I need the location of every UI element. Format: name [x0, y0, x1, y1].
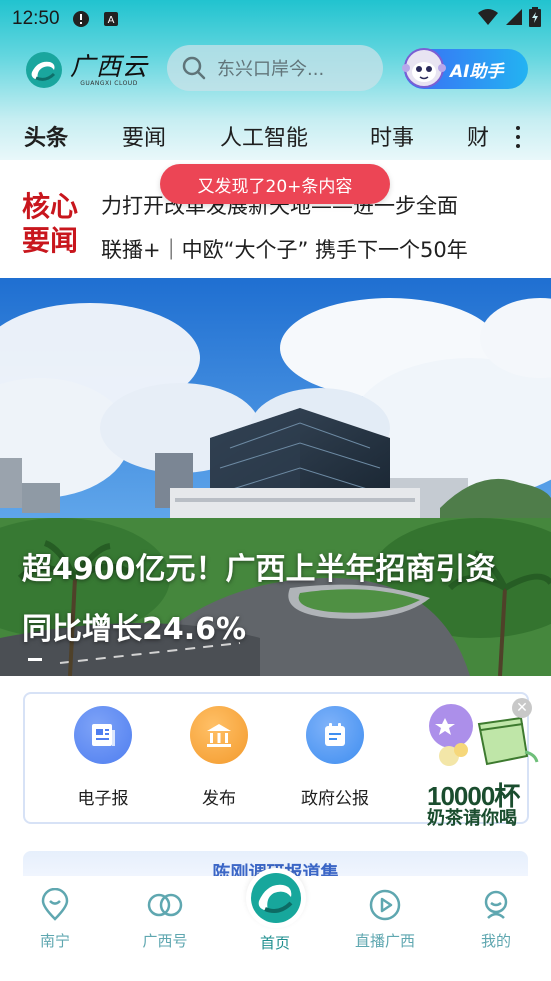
signal-icon [505, 8, 523, 30]
service-e-newspaper[interactable]: 电子报 [63, 706, 143, 809]
tab-ai[interactable]: 人工智能 [220, 120, 308, 152]
nav-guangxi-hao[interactable]: 广西号 [125, 888, 205, 951]
bottom-navigation: 南宁 广西号 首页 直播广西 我的 [0, 868, 551, 981]
ai-assistant-label: AI助手 [450, 61, 504, 82]
location-pin-icon [41, 888, 69, 921]
nav-label-profile: 我的 [480, 932, 511, 950]
status-bar: 12:50 A [0, 0, 551, 38]
logo-english: GUANGXI CLOUD [80, 79, 138, 87]
play-circle-icon [369, 889, 401, 921]
svg-text:A: A [107, 15, 114, 26]
alert-icon [72, 10, 90, 28]
core-news-label-line2: 要闻 [22, 224, 79, 257]
newspaper-icon [74, 706, 132, 764]
nav-label-home: 首页 [259, 934, 290, 952]
document-icon [306, 706, 364, 764]
service-grid: 电子报 发布 政府公报 10000杯 奶茶请你喝 [23, 692, 539, 829]
search-icon [182, 56, 206, 80]
app-logo[interactable]: 广西云 GUANGXI CLOUD [24, 48, 154, 92]
search-bar[interactable]: 东兴口岸今... [167, 45, 383, 91]
battery-icon [529, 7, 541, 31]
hero-carousel[interactable]: 超4900亿元！广西上半年招商引资同比增长24.6% [0, 278, 551, 676]
nav-nanning[interactable]: 南宁 [15, 888, 95, 951]
service-label-press-release: 发布 [202, 789, 236, 809]
a-badge-icon: A [102, 10, 120, 28]
ai-assistant-button[interactable]: AI助手 [402, 48, 528, 89]
carousel-indicator [28, 658, 42, 661]
tab-current-affairs[interactable]: 时事 [370, 120, 414, 152]
tab-finance[interactable]: 财 [467, 120, 489, 152]
status-time: 12:50 [12, 8, 60, 29]
category-tabs: 头条 要闻 人工智能 时事 财 [0, 112, 551, 160]
core-news-label-line1: 核心 [22, 190, 79, 223]
tab-headlines[interactable]: 头条 [24, 120, 68, 152]
nav-label-live-guangxi: 直播广西 [354, 932, 415, 950]
service-government-bulletin[interactable]: 政府公报 [295, 706, 375, 809]
monkey-mascot-icon [402, 48, 446, 88]
tab-important-news[interactable]: 要闻 [122, 120, 166, 152]
core-news-label: 核心 要闻 [22, 190, 88, 258]
nav-label-guangxi-hao: 广西号 [142, 932, 188, 950]
core-news-headline-2[interactable]: 联播+｜中欧“大个子” 携手下一个50年 [101, 234, 468, 264]
nav-profile[interactable]: 我的 [456, 888, 536, 951]
close-promo-icon[interactable]: ✕ [512, 698, 532, 718]
service-label-government-bulletin: 政府公报 [301, 789, 369, 809]
nav-live-guangxi[interactable]: 直播广西 [345, 888, 425, 951]
new-content-toast[interactable]: 又发现了20+条内容 [160, 164, 390, 204]
search-placeholder: 东兴口岸今... [217, 59, 325, 80]
link-rings-icon [147, 893, 183, 917]
service-press-release[interactable]: 发布 [179, 706, 259, 809]
top-bar: 广西云 GUANGXI CLOUD 东兴口岸今... AI助手 [0, 40, 551, 100]
service-label-e-newspaper: 电子报 [77, 789, 129, 809]
building-icon [190, 706, 248, 764]
guangxi-cloud-logo-icon [26, 52, 62, 88]
nav-label-nanning: 南宁 [39, 932, 70, 950]
logo-chinese: 广西云 [70, 51, 149, 81]
user-profile-icon [484, 890, 508, 919]
milk-tea-promo[interactable]: 10000杯 奶茶请你喝 [421, 704, 541, 829]
more-tabs-icon[interactable] [512, 126, 524, 148]
wifi-icon [477, 8, 499, 30]
nav-home[interactable]: 首页 [235, 932, 315, 953]
hero-title[interactable]: 超4900亿元！广西上半年招商引资同比增长24.6% [22, 540, 522, 660]
home-logo-icon[interactable] [246, 868, 306, 928]
logo-text-group: 广西云 GUANGXI CLOUD [70, 51, 149, 87]
promo-line2: 奶茶请你喝 [427, 808, 517, 829]
